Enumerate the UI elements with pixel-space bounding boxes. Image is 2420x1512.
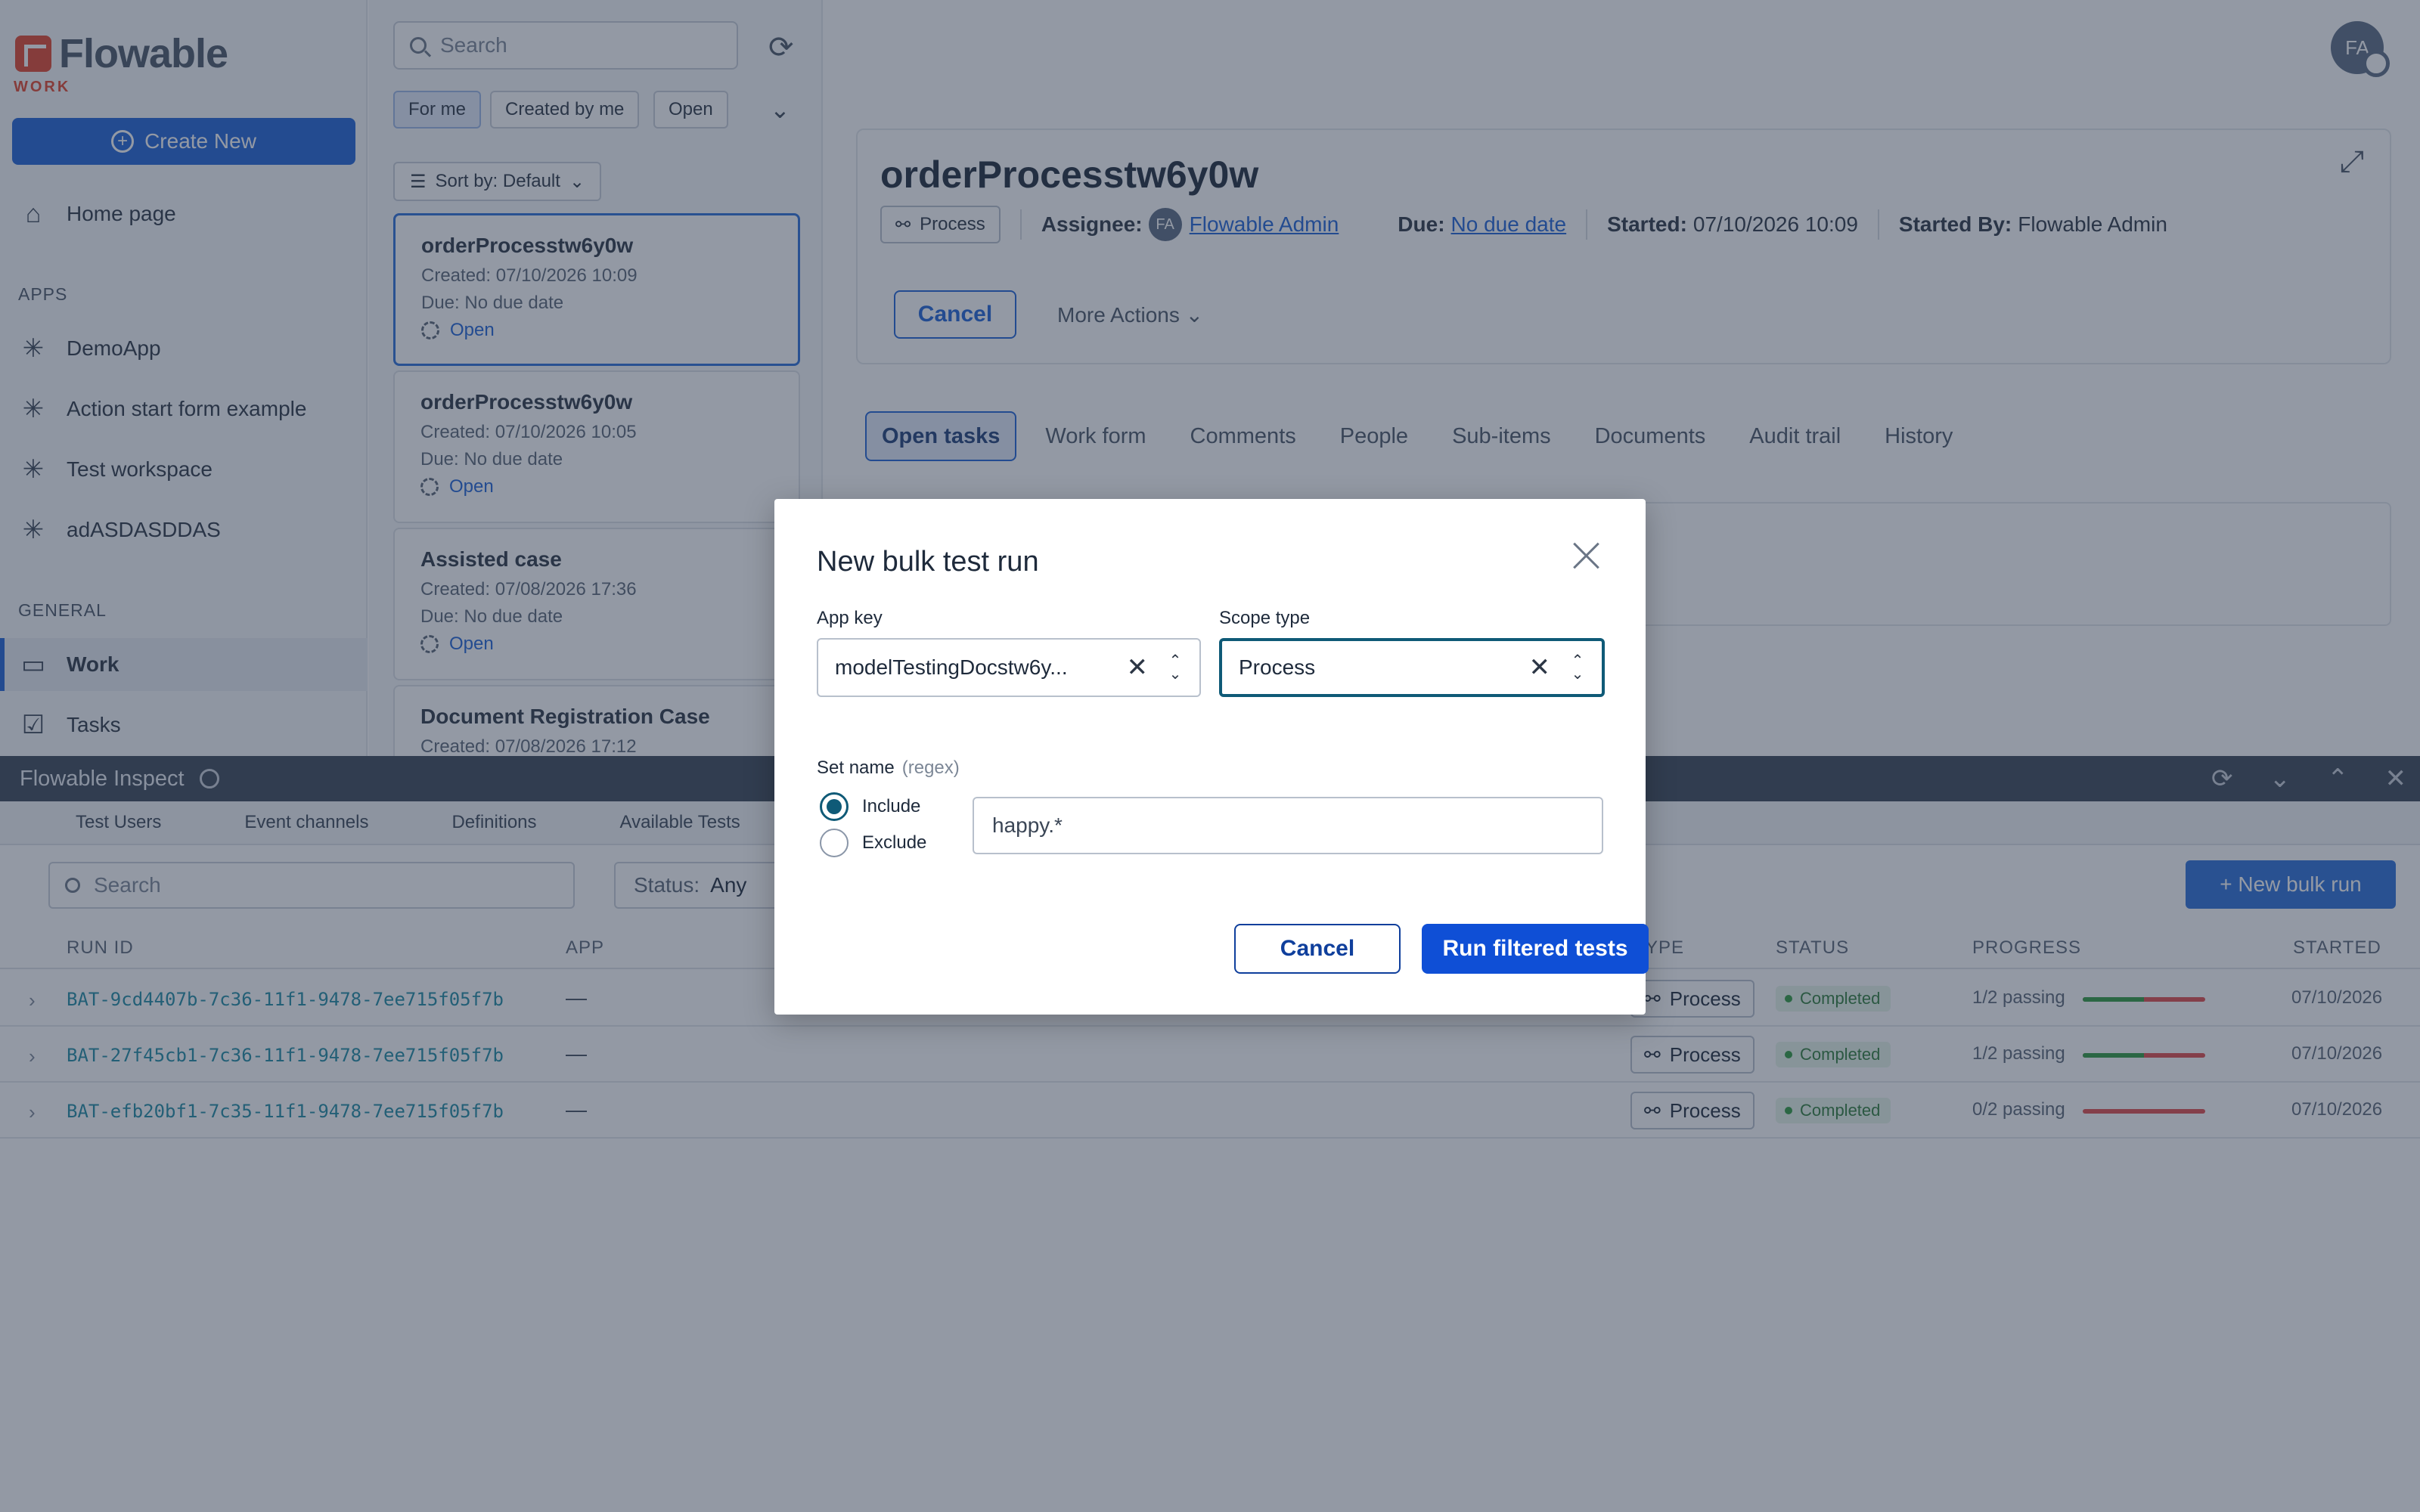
scope-type-label: Scope type [1219, 608, 1311, 628]
app-key-value: modelTestingDocstw6y... [835, 655, 1068, 679]
include-radio-option[interactable]: Include [820, 792, 920, 821]
app-key-label: App key [817, 608, 883, 628]
set-name-label: Set name (regex) [817, 758, 960, 779]
scope-type-value: Process [1239, 655, 1316, 679]
scope-type-select[interactable]: Process ✕ ⌃ ⌄ [1219, 638, 1605, 697]
include-radio[interactable] [820, 792, 849, 821]
exclude-radio[interactable] [820, 829, 849, 857]
new-bulk-test-run-dialog: New bulk test run App key modelTestingDo… [774, 499, 1649, 1015]
include-label: Include [862, 796, 921, 816]
set-name-input[interactable]: happy.* [973, 797, 1603, 854]
up-down-chevron-icon: ⌃ ⌄ [1571, 652, 1584, 683]
app-key-select[interactable]: modelTestingDocstw6y... ✕ ⌃ ⌄ [817, 638, 1201, 697]
clear-icon[interactable]: ✕ [1127, 652, 1149, 683]
clear-icon[interactable]: ✕ [1529, 652, 1551, 683]
dialog-title: New bulk test run [817, 546, 1039, 578]
set-name-label-text: Set name [817, 758, 895, 778]
exclude-label: Exclude [862, 832, 927, 853]
close-icon[interactable] [1571, 540, 1602, 570]
run-filtered-tests-button[interactable]: Run filtered tests [1422, 924, 1649, 974]
regex-hint: (regex) [901, 758, 960, 778]
exclude-radio-option[interactable]: Exclude [820, 829, 926, 857]
cancel-button[interactable]: Cancel [1234, 924, 1401, 974]
up-down-chevron-icon: ⌃ ⌄ [1168, 652, 1182, 683]
